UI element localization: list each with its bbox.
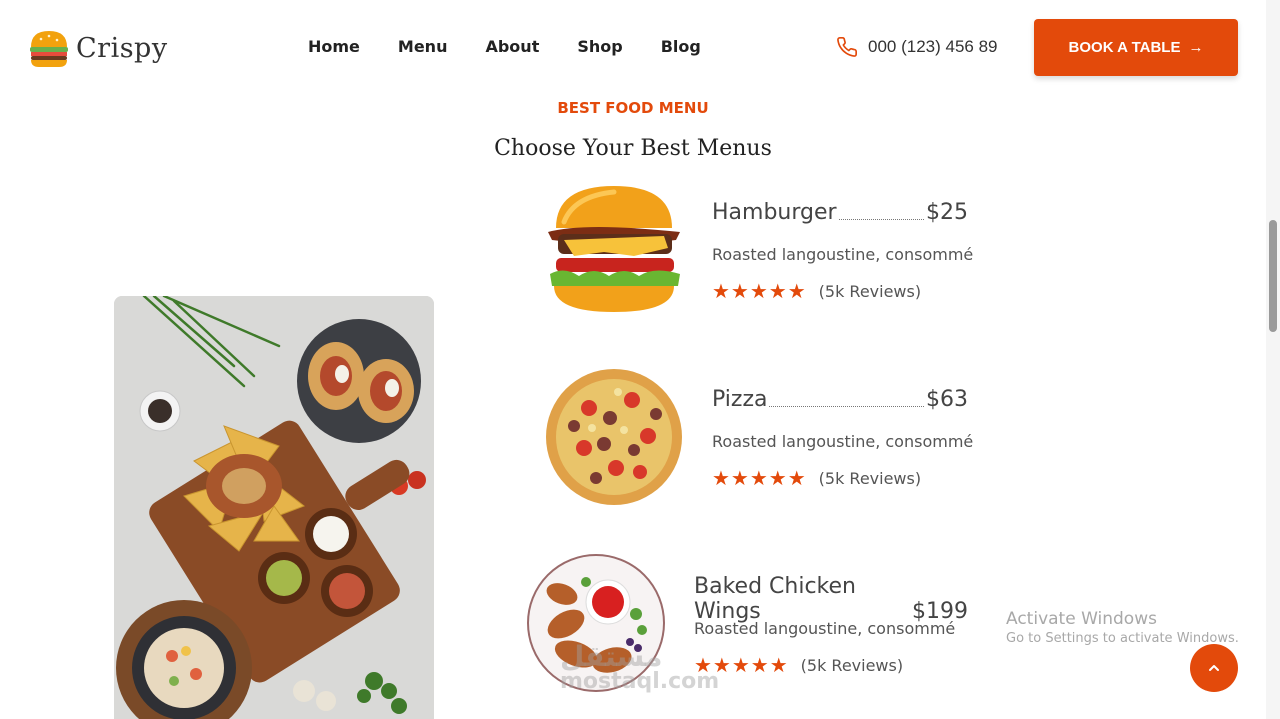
dish-name: Baked Chicken Wings (694, 574, 856, 624)
scrollbar-thumb[interactable] (1269, 220, 1277, 332)
dish-name: Pizza (712, 387, 768, 412)
dish-description: Roasted langoustine, consommé (694, 619, 956, 638)
chevron-up-icon (1209, 665, 1219, 671)
price-leader-dots (838, 219, 924, 220)
menu-item-pizza[interactable]: Pizza $63 Roasted langoustine, consommé … (0, 368, 1280, 518)
dish-name: Hamburger (712, 200, 837, 225)
site-header: Crispy Home Menu About Shop Blog 000 (12… (0, 0, 1280, 96)
phone-contact[interactable]: 000 (123) 456 89 (836, 36, 998, 58)
dish-name-row: Baked Chicken Wings $199 (694, 574, 968, 624)
nav-shop[interactable]: Shop (577, 37, 622, 56)
nav-about[interactable]: About (485, 37, 539, 56)
windows-activation-notice: Activate Windows Go to Settings to activ… (1006, 609, 1239, 646)
menu-item-hamburger[interactable]: Hamburger $25 Roasted langoustine, conso… (0, 182, 1280, 332)
watermark-url: mostaql.com (560, 669, 720, 694)
hamburger-image (544, 182, 684, 319)
book-table-label: BOOK A TABLE (1068, 39, 1181, 56)
dish-price: $63 (926, 387, 968, 412)
page-scrollbar[interactable] (1266, 0, 1280, 719)
review-count: (5k Reviews) (818, 468, 922, 488)
mostaql-watermark: مستقل mostaql.com (560, 640, 719, 694)
dish-description: Roasted langoustine, consommé (712, 432, 974, 451)
dish-rating: ★★★★★ (5k Reviews) (694, 653, 903, 677)
section-title: Choose Your Best Menus (494, 136, 772, 161)
brand-name: Crispy (76, 32, 168, 64)
price-leader-dots (769, 406, 924, 407)
star-rating-icon: ★★★★★ (712, 466, 807, 490)
activation-title: Activate Windows (1006, 609, 1157, 629)
dish-rating: ★★★★★ (5k Reviews) (712, 466, 921, 490)
star-rating-icon: ★★★★★ (712, 279, 807, 303)
pizza-image (544, 368, 684, 511)
dish-description: Roasted langoustine, consommé (712, 245, 974, 264)
brand-logo[interactable]: Crispy (28, 27, 168, 69)
book-table-button[interactable]: BOOK A TABLE → (1034, 19, 1238, 76)
dish-rating: ★★★★★ (5k Reviews) (712, 279, 921, 303)
arrow-right-icon: → (1188, 39, 1204, 56)
main-nav: Home Menu About Shop Blog (308, 37, 739, 56)
activation-subtitle: Go to Settings to activate Windows. (1006, 631, 1239, 646)
nav-menu[interactable]: Menu (398, 37, 448, 56)
nav-blog[interactable]: Blog (661, 37, 701, 56)
dish-name-row: Hamburger $25 (712, 200, 968, 225)
phone-number: 000 (123) 456 89 (868, 37, 998, 56)
dish-price: $25 (926, 200, 968, 225)
dish-name-row: Pizza $63 (712, 387, 968, 412)
review-count: (5k Reviews) (818, 281, 922, 301)
review-count: (5k Reviews) (800, 655, 904, 675)
scroll-to-top-button[interactable] (1190, 644, 1238, 692)
phone-icon (837, 37, 857, 57)
burger-icon (28, 27, 70, 69)
section-eyebrow: BEST FOOD MENU (557, 99, 709, 117)
nav-home[interactable]: Home (308, 37, 360, 56)
